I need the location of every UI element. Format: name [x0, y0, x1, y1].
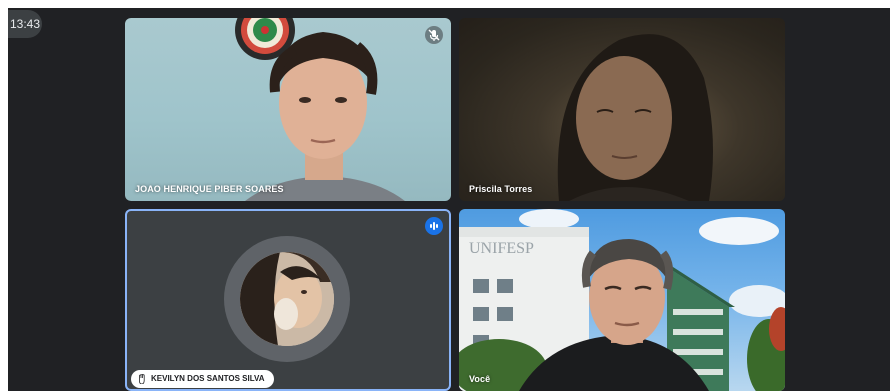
- participant-tile-self[interactable]: UNIFESP Você: [459, 209, 785, 391]
- mic-off-icon: [425, 26, 443, 44]
- participant-tile-priscila[interactable]: Priscila Torres: [459, 18, 785, 201]
- raised-hand-icon: [139, 374, 145, 384]
- participant-name: KEVILYN DOS SANTOS SILVA: [151, 374, 265, 383]
- background-sign: UNIFESP: [469, 240, 534, 257]
- participant-video-priscila: [557, 34, 713, 201]
- participant-tile-joao[interactable]: JOAO HENRIQUE PIBER SOARES: [125, 18, 451, 201]
- name-pill: KEVILYN DOS SANTOS SILVA: [131, 370, 274, 388]
- participant-name: Priscila Torres: [469, 184, 533, 194]
- avatar: [240, 252, 334, 346]
- participant-name: Você: [469, 374, 491, 384]
- participant-video-joao: [235, 18, 405, 201]
- clock: 13:43: [8, 10, 42, 38]
- participant-video-self: UNIFESP: [459, 209, 785, 391]
- participant-tile-kevilyn[interactable]: KEVILYN DOS SANTOS SILVA: [125, 209, 451, 391]
- audio-level-icon: [425, 217, 443, 235]
- meeting-stage: 13:43 JOAO HENRIQUE PIBER SOARES Priscil…: [8, 8, 890, 391]
- participant-name: JOAO HENRIQUE PIBER SOARES: [135, 184, 284, 194]
